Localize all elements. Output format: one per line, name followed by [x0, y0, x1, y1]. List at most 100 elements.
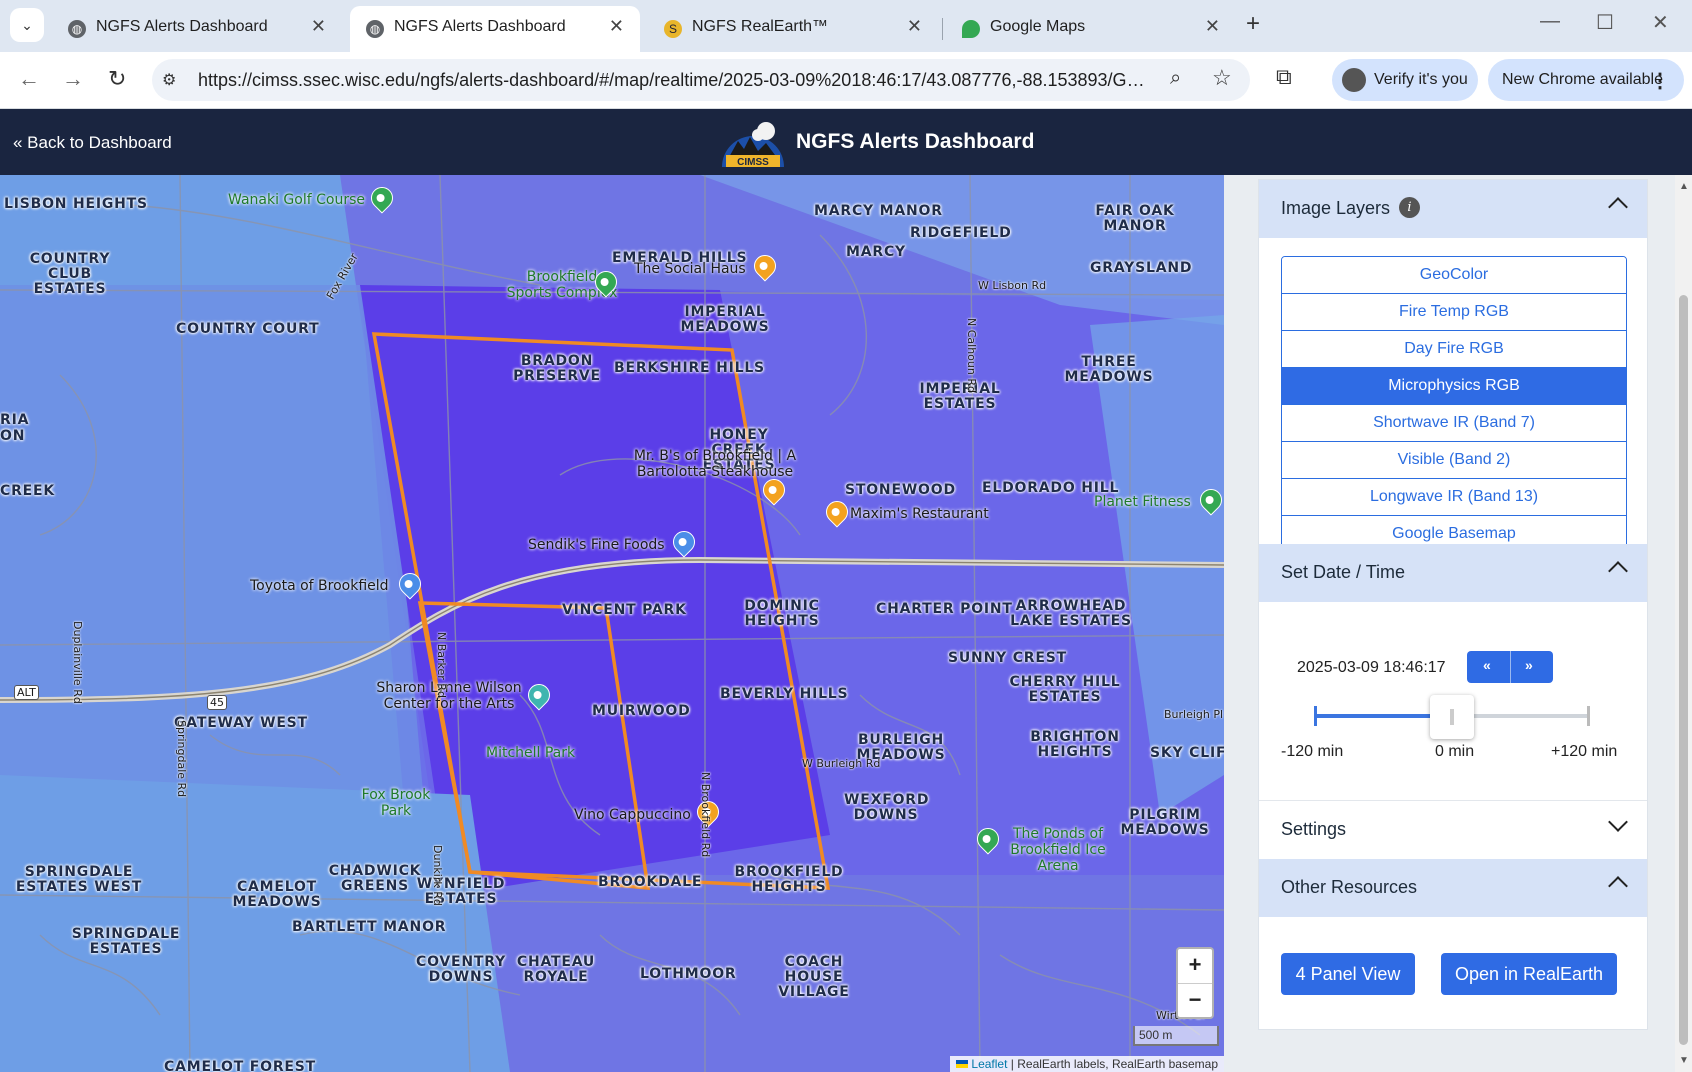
info-icon[interactable]: i [1399, 197, 1420, 218]
tab-ngfs-dashboard-1[interactable]: ◍ NGFS Alerts Dashboard ✕ [52, 6, 342, 52]
close-tab-icon[interactable]: ✕ [311, 16, 326, 37]
place-label: WEXFORD DOWNS [844, 792, 930, 823]
map-zoom-control: + − [1176, 947, 1214, 1019]
slider-min-label: -120 min [1281, 743, 1344, 760]
next-time-button[interactable]: » [1525, 657, 1533, 673]
close-window-icon[interactable]: ✕ [1652, 10, 1669, 35]
logo-text: CIMSS [737, 157, 769, 167]
place-label: GATEWAY WEST [174, 715, 308, 731]
poi-label[interactable]: Sharon Lynne Wilson Center for the Arts [374, 680, 524, 712]
place-label: PILGRIM MEADOWS [1120, 807, 1210, 838]
globe-icon: ◍ [366, 20, 384, 38]
reload-icon[interactable]: ↻ [108, 66, 126, 92]
zoom-icon[interactable]: ⌕ [1170, 67, 1181, 90]
tab-google-maps[interactable]: Google Maps ✕ [946, 6, 1236, 52]
place-label: ARROWHEAD LAKE ESTATES [1010, 598, 1132, 629]
settings-header[interactable]: Settings [1259, 800, 1647, 859]
layer-option-microphysics-rgb[interactable]: Microphysics RGB [1282, 368, 1626, 405]
chevron-up-icon[interactable] [1608, 876, 1628, 896]
road-label: N Brookfield Rd [699, 772, 712, 858]
close-tab-icon[interactable]: ✕ [1205, 16, 1220, 37]
section-title: Other Resources [1281, 877, 1418, 897]
page-scrollbar[interactable]: ▲ ▼ [1675, 175, 1692, 1072]
image-layer-list: GeoColor Fire Temp RGB Day Fire RGB Micr… [1281, 256, 1627, 553]
poi-label[interactable]: Vino Cappuccino [574, 807, 691, 823]
back-to-dashboard-link[interactable]: « Back to Dashboard [13, 133, 172, 153]
place-label: GRAYSLAND [1090, 260, 1193, 276]
slider-handle[interactable] [1430, 695, 1474, 739]
open-in-realearth-button[interactable]: Open in RealEarth [1441, 953, 1617, 995]
zoom-out-button[interactable]: − [1178, 984, 1212, 1018]
place-label: RIA [0, 412, 30, 428]
place-label: MARCY [846, 244, 906, 260]
close-tab-icon[interactable]: ✕ [609, 16, 624, 37]
page-title: NGFS Alerts Dashboard [796, 130, 1035, 153]
ssec-icon: S [664, 20, 682, 38]
layer-option-fire-temp-rgb[interactable]: Fire Temp RGB [1282, 294, 1626, 331]
poi-label[interactable]: Planet Fitness [1094, 494, 1191, 510]
place-label: ON [0, 428, 26, 444]
poi-label[interactable]: Mr. B's of Brookfield | A Bartolotta Ste… [630, 448, 800, 480]
kebab-menu-icon[interactable]: ⋮ [1650, 68, 1670, 93]
poi-label[interactable]: Mitchell Park [486, 745, 575, 761]
slider-max-tick [1587, 706, 1590, 726]
section-title: Set Date / Time [1281, 562, 1406, 582]
poi-label[interactable]: Wanaki Golf Course [228, 192, 365, 208]
chevron-up-icon[interactable] [1608, 197, 1628, 217]
tab-search-button[interactable]: ⌄ [10, 8, 44, 42]
chevron-up-icon[interactable] [1608, 561, 1628, 581]
date-time-header[interactable]: Set Date / Time [1259, 544, 1647, 602]
place-label: CHATEAU ROYALE [516, 954, 596, 985]
site-info-icon[interactable]: ⚙ [162, 70, 176, 90]
poi-label[interactable]: Sendik's Fine Foods [528, 537, 665, 553]
place-label: IMPERIAL ESTATES [919, 381, 1001, 412]
place-label: COVENTRY DOWNS [416, 954, 507, 985]
poi-label[interactable]: Toyota of Brookfield [250, 578, 389, 594]
chevron-down-icon[interactable] [1608, 812, 1628, 832]
minimize-icon[interactable]: — [1540, 10, 1560, 33]
leaflet-link[interactable]: Leaflet [971, 1057, 1007, 1071]
place-label: COACH HOUSE VILLAGE [778, 954, 850, 1000]
layer-option-geocolor[interactable]: GeoColor [1282, 257, 1626, 294]
scroll-down-icon[interactable]: ▼ [1679, 1055, 1689, 1066]
chrome-update-chip[interactable]: New Chrome available ⋮ [1488, 59, 1684, 101]
poi-label[interactable]: Fox Brook Park [358, 787, 434, 819]
tab-ngfs-dashboard-2[interactable]: ◍ NGFS Alerts Dashboard ✕ [350, 6, 640, 52]
scroll-up-icon[interactable]: ▲ [1679, 181, 1689, 192]
layer-option-day-fire-rgb[interactable]: Day Fire RGB [1282, 331, 1626, 368]
extensions-icon[interactable]: ⧉ [1276, 64, 1292, 90]
poi-label[interactable]: The Social Haus [634, 261, 746, 277]
image-layers-header[interactable]: Image Layers i [1259, 180, 1647, 238]
layer-option-longwave-ir[interactable]: Longwave IR (Band 13) [1282, 479, 1626, 516]
new-tab-button[interactable]: + [1246, 10, 1260, 38]
scrollbar-thumb[interactable] [1679, 295, 1688, 1045]
map-view[interactable]: LISBON HEIGHTS COUNTRY CLUB ESTATES COUN… [0, 175, 1224, 1072]
address-bar[interactable]: ⚙ https://cimss.ssec.wisc.edu/ngfs/alert… [152, 59, 1250, 101]
road-label: Duplainville Rd [71, 621, 84, 704]
attribution-text: | RealEarth labels, RealEarth basemap [1007, 1057, 1218, 1071]
close-tab-icon[interactable]: ✕ [907, 16, 922, 37]
poi-label[interactable]: Maxim's Restaurant [850, 506, 989, 522]
poi-label[interactable]: The Ponds of Brookfield Ice Arena [998, 826, 1118, 874]
place-label: BARTLETT MANOR [292, 919, 447, 935]
back-arrow-icon[interactable]: ← [18, 66, 40, 92]
layer-option-shortwave-ir[interactable]: Shortwave IR (Band 7) [1282, 405, 1626, 442]
bookmark-star-icon[interactable]: ☆ [1212, 65, 1232, 91]
place-label: BRIGHTON HEIGHTS [1030, 729, 1120, 760]
tab-ngfs-realearth[interactable]: S NGFS RealEarth™ ✕ [648, 6, 938, 52]
verify-profile-chip[interactable]: Verify it's you [1332, 59, 1478, 101]
maximize-icon[interactable]: ☐ [1596, 10, 1614, 35]
previous-time-button[interactable]: « [1483, 657, 1491, 673]
section-title: Settings [1281, 819, 1347, 839]
other-resources-header[interactable]: Other Resources [1259, 859, 1647, 917]
map-attribution: Leaflet | RealEarth labels, RealEarth ba… [950, 1056, 1224, 1072]
url-text[interactable]: https://cimss.ssec.wisc.edu/ngfs/alerts-… [198, 70, 1158, 91]
four-panel-view-button[interactable]: 4 Panel View [1281, 953, 1415, 995]
datetime-step-buttons: « » [1467, 651, 1553, 683]
layer-option-visible[interactable]: Visible (Band 2) [1282, 442, 1626, 479]
place-label: DOMINIC HEIGHTS [744, 598, 820, 629]
forward-arrow-icon[interactable]: → [62, 66, 84, 92]
place-label: LISBON HEIGHTS [4, 196, 148, 212]
road-label: Burleigh Pl [1164, 708, 1224, 721]
zoom-in-button[interactable]: + [1178, 949, 1212, 984]
